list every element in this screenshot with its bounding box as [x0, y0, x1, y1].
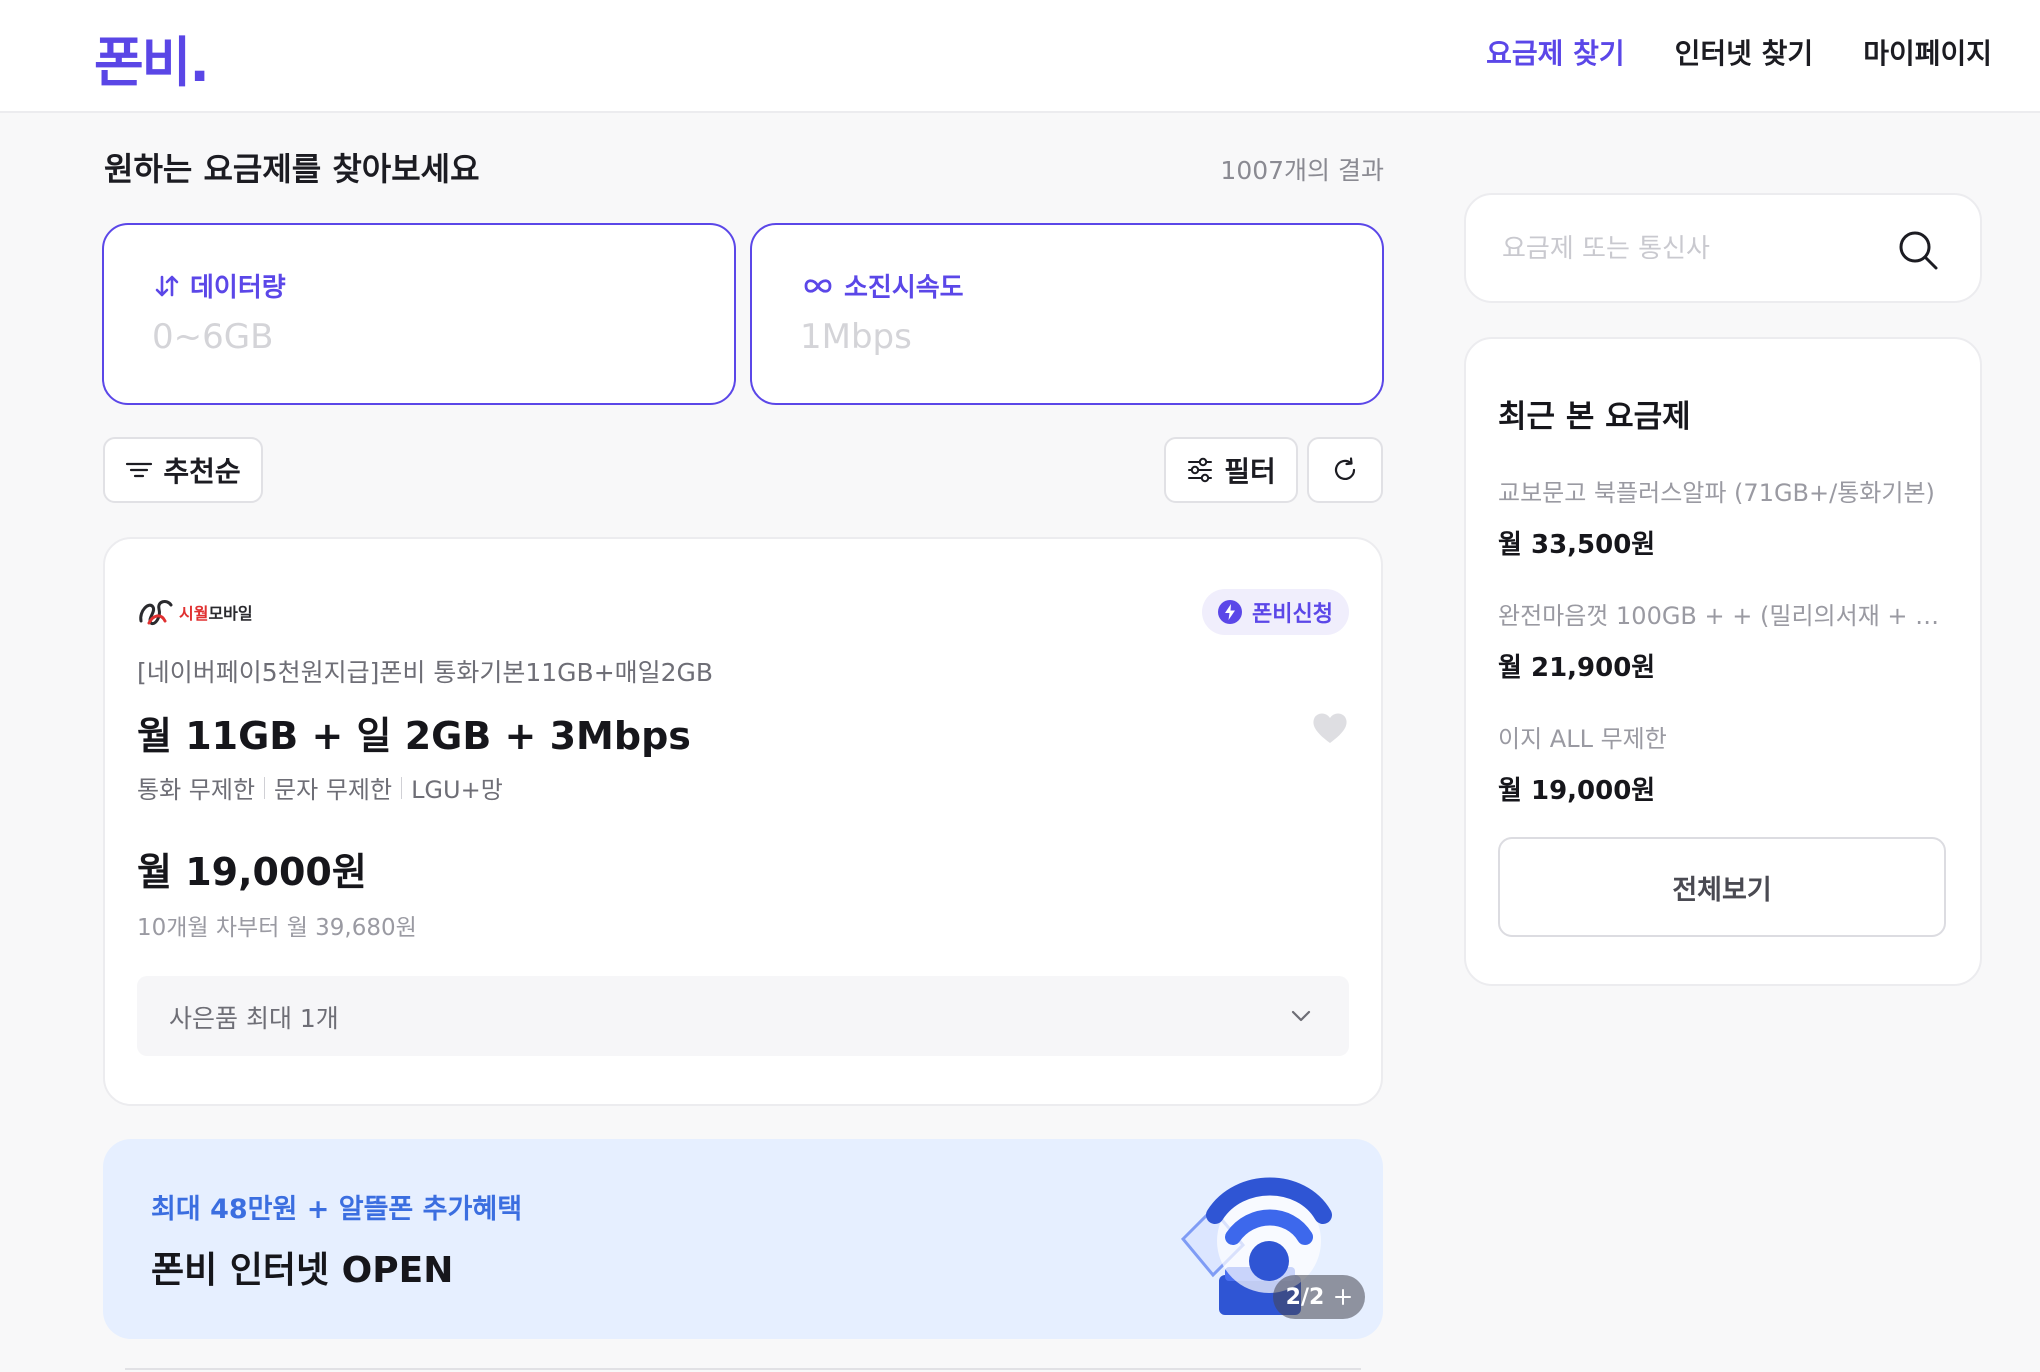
- sort-lines-icon: [126, 462, 153, 478]
- plan-title: 월 11GB + 일 2GB + 3Mbps: [137, 714, 691, 758]
- plan-card[interactable]: 시월모바일 폰비신청 [네이버페이5천원지급]폰비 통화기본11GB+매일2GB…: [103, 537, 1383, 1106]
- plan-subtitle: [네이버페이5천원지급]폰비 통화기본11GB+매일2GB: [137, 658, 714, 687]
- recent-plans-title: 최근 본 요금제: [1498, 399, 1691, 435]
- plan-price: 월 19,000원: [137, 850, 367, 894]
- top-header: 폰비. 요금제 찾기 인터넷 찾기 마이페이지: [0, 0, 2040, 113]
- next-section-edge: [125, 1368, 1361, 1372]
- data-amount-value: 0~6GB: [152, 317, 274, 357]
- main-nav: 요금제 찾기 인터넷 찾기 마이페이지: [1486, 32, 1992, 72]
- recent-plan-name: 완전마음껏 100GB + + (밀리의서재 + 올리브영): [1498, 602, 1958, 630]
- gift-label: 사은품 최대 1개: [169, 1004, 339, 1033]
- search-box: [1464, 193, 1982, 303]
- page-title: 원하는 요금제를 찾아보세요: [104, 150, 480, 188]
- recent-plan-item[interactable]: 이지 ALL 무제한 월 19,000원: [1498, 719, 1958, 807]
- bolt-icon: [1218, 600, 1243, 624]
- reset-button[interactable]: [1307, 437, 1383, 503]
- carrier-logo-mark-icon: [139, 600, 173, 626]
- nav-my-page[interactable]: 마이페이지: [1863, 32, 1992, 72]
- data-amount-label: 데이터량: [154, 267, 286, 304]
- favorite-heart-icon[interactable]: [1311, 711, 1349, 745]
- nav-find-plans[interactable]: 요금제 찾기: [1486, 32, 1625, 72]
- plus-icon: [1335, 1289, 1352, 1305]
- sort-arrows-icon: [155, 275, 179, 296]
- feature-call: 통화 무제한: [137, 776, 256, 804]
- recent-plan-name: 이지 ALL 무제한: [1498, 725, 1667, 753]
- recent-plan-item[interactable]: 교보문고 북플러스알파 (71GB+/통화기본) 월 33,500원: [1498, 473, 1958, 561]
- banner-subtitle: 최대 48만원 + 알뜰폰 추가혜택: [151, 1194, 523, 1225]
- carrier-logo: 시월모바일: [137, 597, 253, 627]
- sort-button[interactable]: 추천순: [103, 437, 263, 503]
- banner-title: 폰비 인터넷 OPEN: [151, 1250, 454, 1291]
- recent-plan-price: 월 21,900원: [1498, 653, 1656, 683]
- internet-promo-banner[interactable]: 최대 48만원 + 알뜰폰 추가혜택 폰비 인터넷 OPEN 2/2: [103, 1139, 1383, 1339]
- nav-find-internet[interactable]: 인터넷 찾기: [1675, 32, 1814, 72]
- feature-sms: 문자 무제한: [274, 776, 393, 804]
- carrier-name-prefix: 시월: [179, 604, 209, 623]
- recent-plans-panel: 최근 본 요금제 교보문고 북플러스알파 (71GB+/통화기본) 월 33,5…: [1464, 337, 1982, 986]
- banner-pager[interactable]: 2/2: [1273, 1275, 1365, 1319]
- recent-plan-price: 월 19,000원: [1498, 776, 1656, 806]
- throttle-speed-filter[interactable]: 소진시속도 1Mbps: [750, 223, 1384, 405]
- feature-divider: [264, 776, 266, 799]
- search-icon[interactable]: [1896, 228, 1940, 272]
- infinity-icon: [804, 278, 832, 293]
- refresh-icon: [1334, 457, 1356, 481]
- chevron-down-icon: [1291, 1010, 1311, 1022]
- search-input[interactable]: [1502, 223, 1882, 275]
- feature-network: LGU+망: [411, 776, 503, 804]
- feature-divider: [401, 776, 403, 799]
- throttle-speed-label: 소진시속도: [802, 267, 964, 304]
- result-count: 1007개의 결과: [1220, 156, 1384, 185]
- plan-features: 통화 무제한 문자 무제한 LGU+망: [137, 770, 503, 805]
- brand-logo[interactable]: 폰비.: [94, 18, 210, 97]
- recent-plan-price: 월 33,500원: [1498, 530, 1656, 560]
- throttle-speed-value: 1Mbps: [800, 317, 912, 357]
- carrier-name-suffix: 모바일: [208, 604, 253, 623]
- filter-button[interactable]: 필터: [1164, 437, 1298, 503]
- view-all-button[interactable]: 전체보기: [1498, 837, 1946, 937]
- data-amount-filter[interactable]: 데이터량 0~6GB: [102, 223, 736, 405]
- recent-plan-item[interactable]: 완전마음껏 100GB + + (밀리의서재 + 올리브영) 월 21,900원: [1498, 596, 1958, 684]
- plan-after-price: 10개월 차부터 월 39,680원: [137, 915, 417, 941]
- phonebee-apply-badge[interactable]: 폰비신청: [1202, 589, 1349, 635]
- sliders-icon: [1188, 457, 1213, 483]
- recent-plan-name: 교보문고 북플러스알파 (71GB+/통화기본): [1498, 479, 1935, 507]
- gift-dropdown[interactable]: 사은품 최대 1개: [137, 976, 1349, 1056]
